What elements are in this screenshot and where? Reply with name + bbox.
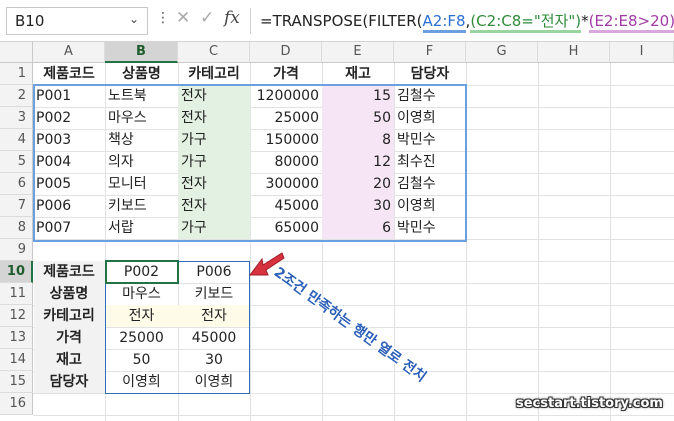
select-all-corner[interactable] — [0, 42, 33, 63]
formula-ref-stock: (E2:E8>20) — [588, 12, 674, 33]
formula-ref-range: A2:F8 — [422, 12, 466, 33]
result-label-cell[interactable]: 카테고리 — [33, 305, 105, 327]
watermark: secstart.tistory.com — [516, 396, 663, 411]
result-label-cell[interactable]: 상품명 — [33, 283, 105, 305]
formula-part: * — [581, 12, 589, 30]
column-header-i[interactable]: I — [610, 42, 674, 63]
row-header-11[interactable]: 11 — [0, 283, 33, 305]
header-cell[interactable]: 카테고리 — [178, 63, 250, 85]
row-header-13[interactable]: 13 — [0, 327, 33, 349]
name-box-value: B10 — [15, 12, 45, 30]
formula-bar-separator — [250, 8, 251, 34]
gridline — [538, 63, 539, 421]
header-cell[interactable]: 재고 — [322, 63, 394, 85]
chevron-down-icon[interactable]: ⌄ — [129, 12, 139, 26]
result-label-cell[interactable]: 제품코드 — [33, 261, 105, 283]
row-header-8[interactable]: 8 — [0, 217, 33, 239]
active-cell[interactable] — [105, 260, 179, 284]
fx-icon[interactable]: fx — [224, 8, 240, 28]
gridline — [33, 415, 674, 416]
source-range-border — [33, 84, 467, 242]
column-header-e[interactable]: E — [322, 42, 394, 63]
formula-input[interactable]: =TRANSPOSE(FILTER(A2:F8,(C2:C8="전자")*(E2… — [260, 10, 674, 33]
row-header-12[interactable]: 12 — [0, 305, 33, 327]
formula-part: =TRANSPOSE(FILTER( — [260, 12, 423, 30]
column-header-f[interactable]: F — [394, 42, 466, 63]
column-header-d[interactable]: D — [250, 42, 322, 63]
column-header-a[interactable]: A — [33, 42, 105, 63]
header-cell[interactable]: 제품코드 — [33, 63, 105, 85]
row-header-5[interactable]: 5 — [0, 151, 33, 173]
header-cell[interactable]: 가격 — [250, 63, 322, 85]
annotation-text: 2조건 만족하는 행만 열로 전치 — [270, 264, 429, 386]
column-header-h[interactable]: H — [538, 42, 610, 63]
row-header-14[interactable]: 14 — [0, 349, 33, 371]
column-header-c[interactable]: C — [178, 42, 250, 63]
row-header-15[interactable]: 15 — [0, 371, 33, 393]
row-header-1[interactable]: 1 — [0, 63, 33, 85]
row-header-4[interactable]: 4 — [0, 129, 33, 151]
row-header-10[interactable]: 10 — [0, 261, 33, 283]
column-header-g[interactable]: G — [466, 42, 538, 63]
row-header-9[interactable]: 9 — [0, 239, 33, 261]
column-header-b[interactable]: B — [105, 42, 178, 63]
more-icon[interactable]: ⋮ — [156, 10, 170, 26]
header-cell[interactable]: 상품명 — [105, 63, 178, 85]
row-header-2[interactable]: 2 — [0, 85, 33, 107]
name-box[interactable]: B10 ⌄ — [6, 7, 148, 35]
row-header-6[interactable]: 6 — [0, 173, 33, 195]
formula-bar: B10 ⌄ ⋮ ✕ ✓ fx =TRANSPOSE(FILTER(A2:F8,(… — [0, 0, 674, 42]
row-header-7[interactable]: 7 — [0, 195, 33, 217]
row-header-16[interactable]: 16 — [0, 393, 33, 415]
gridline — [610, 63, 611, 421]
close-icon[interactable]: ✕ — [176, 8, 190, 28]
result-label-cell[interactable]: 재고 — [33, 349, 105, 371]
check-icon[interactable]: ✓ — [200, 8, 214, 28]
row-header-3[interactable]: 3 — [0, 107, 33, 129]
formula-ref-category: (C2:C8="전자") — [470, 12, 582, 33]
header-cell[interactable]: 담당자 — [394, 63, 466, 85]
result-label-cell[interactable]: 가격 — [33, 327, 105, 349]
result-label-cell[interactable]: 담당자 — [33, 371, 105, 393]
